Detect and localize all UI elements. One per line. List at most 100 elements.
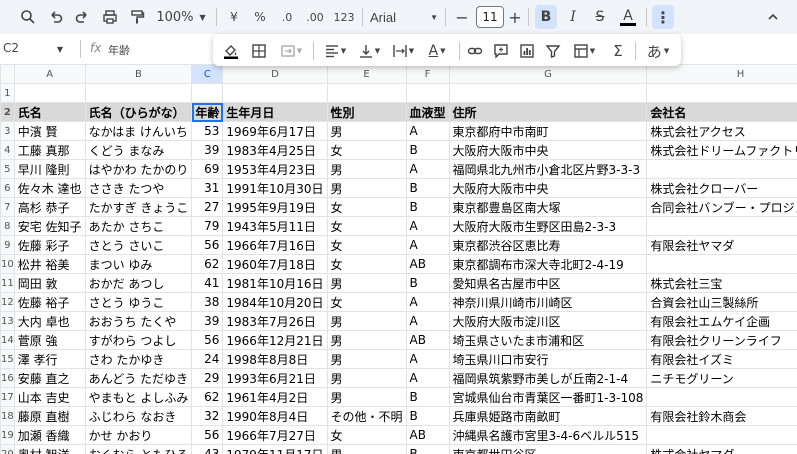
cell[interactable]: 東京都調布市深大寺北町2-4-19 (448, 254, 648, 274)
row-header[interactable]: 5 (0, 159, 15, 179)
cell[interactable]: 38 (191, 292, 224, 312)
cell[interactable]: 1998年8月8日 (222, 349, 328, 369)
name-box[interactable]: C2 ▼ (0, 41, 63, 55)
row-header[interactable]: 17 (0, 387, 15, 407)
cell[interactable]: 1966年12月21日 (222, 330, 328, 350)
cell[interactable]: 1966年7月27日 (222, 425, 328, 445)
cell[interactable]: その他・不明 (326, 406, 407, 426)
cell[interactable] (448, 83, 648, 103)
cell[interactable]: 愛知県名古屋市中区 (448, 273, 648, 293)
cell[interactable]: 1943年5月11日 (222, 216, 328, 236)
cell[interactable]: 女 (326, 254, 407, 274)
paint-format-icon[interactable] (126, 5, 148, 29)
cell[interactable]: 1969年6月17日 (222, 121, 328, 141)
cell[interactable]: 安宅 佐知子 (13, 216, 86, 236)
cell[interactable]: 氏名（ひらがな） (84, 102, 193, 122)
cell[interactable]: 大阪府大阪市中央 (448, 140, 648, 160)
cell[interactable]: 澤 孝行 (13, 349, 86, 369)
currency-button[interactable]: ¥ (226, 5, 242, 29)
cell[interactable]: 大阪府大阪市淀川区 (448, 311, 648, 331)
row-header[interactable]: 10 (0, 254, 15, 274)
column-header-f[interactable]: F (405, 64, 450, 84)
cell[interactable]: 山本 吉史 (13, 387, 86, 407)
cell[interactable]: 女 (326, 140, 407, 160)
cell[interactable]: A (405, 216, 450, 236)
row-header[interactable]: 20 (0, 444, 15, 454)
cell[interactable]: 56 (191, 425, 224, 445)
row-header[interactable]: 15 (0, 349, 15, 369)
cell[interactable]: 1960年7月18日 (222, 254, 328, 274)
cell[interactable]: A (405, 235, 450, 255)
cell[interactable]: B (405, 444, 450, 454)
cell[interactable]: 株式会社ドリームファクトリー (646, 140, 797, 160)
chart-icon[interactable] (517, 39, 537, 63)
cell[interactable]: 埼玉県川口市安行 (448, 349, 648, 369)
cell[interactable]: おおうち たくや (84, 311, 193, 331)
strikethrough-button[interactable]: S (590, 5, 610, 29)
cell[interactable]: 大内 卓也 (13, 311, 86, 331)
percent-button[interactable]: % (252, 5, 268, 29)
row-header[interactable]: 7 (0, 197, 15, 217)
cell[interactable] (646, 159, 797, 179)
cell[interactable]: 1961年4月2日 (222, 387, 328, 407)
cell[interactable]: 39 (191, 140, 224, 160)
cell[interactable]: AB (405, 425, 450, 445)
cell[interactable]: 62 (191, 254, 224, 274)
row-header[interactable]: 6 (0, 178, 15, 198)
cell[interactable]: 工藤 真那 (13, 140, 86, 160)
search-icon[interactable] (18, 5, 38, 29)
cell[interactable]: まつい ゆみ (84, 254, 193, 274)
cell[interactable]: 41 (191, 273, 224, 293)
cell[interactable]: 32 (191, 406, 224, 426)
merge-cells-icon[interactable]: ▼ (277, 39, 305, 63)
row-header[interactable]: 3 (0, 121, 15, 141)
text-rotation-icon[interactable]: A ▼ (423, 39, 451, 63)
cell[interactable]: 1983年7月26日 (222, 311, 328, 331)
row-header[interactable]: 2 (0, 102, 15, 122)
decrease-font-size-button[interactable]: − (454, 5, 470, 29)
cell[interactable]: くどう まなみ (84, 140, 193, 160)
cell[interactable]: 宮城県仙台市青葉区一番町1-3-108 (448, 387, 648, 407)
cell[interactable]: 1966年7月16日 (222, 235, 328, 255)
cell[interactable]: すがわら つよし (84, 330, 193, 350)
row-header[interactable]: 18 (0, 406, 15, 426)
cell[interactable]: 有限会社クリーンライフ (646, 330, 797, 350)
cell[interactable]: 東京都渋谷区恵比寿 (448, 235, 648, 255)
cell[interactable]: 有限会社エムケイ企画 (646, 311, 797, 331)
column-header-a[interactable]: A (13, 64, 86, 84)
cell[interactable]: A (405, 368, 450, 388)
cell[interactable]: さわ たかゆき (84, 349, 193, 369)
cell[interactable]: 男 (326, 368, 407, 388)
decrease-decimal-button[interactable]: .0 (277, 5, 297, 29)
cell[interactable]: 高杉 恭子 (13, 197, 86, 217)
cell[interactable]: 株式会社三宝 (646, 273, 797, 293)
cell[interactable]: 女 (326, 425, 407, 445)
cell[interactable]: A (405, 159, 450, 179)
cell[interactable]: A (405, 311, 450, 331)
row-header[interactable]: 12 (0, 292, 15, 312)
horizontal-align-icon[interactable]: ▼ (321, 39, 349, 63)
cell[interactable]: あたか さちこ (84, 216, 193, 236)
cell[interactable]: 男 (326, 330, 407, 350)
cell[interactable]: 神奈川県川崎市川崎区 (448, 292, 648, 312)
cell[interactable]: 1979年11月17日 (222, 444, 328, 454)
cell[interactable]: 生年月日 (222, 102, 328, 122)
cell[interactable]: あんどう ただゆき (84, 368, 193, 388)
cell[interactable]: 女 (326, 216, 407, 236)
cell[interactable]: 79 (191, 216, 224, 236)
cell[interactable]: 加瀬 香織 (13, 425, 86, 445)
print-icon[interactable] (99, 5, 121, 29)
row-header[interactable]: 4 (0, 140, 15, 160)
cell[interactable]: ニチモグリーン (646, 368, 797, 388)
cell[interactable]: B (405, 178, 450, 198)
cell[interactable]: 男 (326, 159, 407, 179)
more-options-icon[interactable]: ⋮ (652, 5, 674, 29)
font-select[interactable]: Arial ▼ (370, 5, 438, 29)
cell[interactable]: 女 (326, 235, 407, 255)
column-header-e[interactable]: E (326, 64, 407, 84)
cell[interactable]: A (405, 349, 450, 369)
cell[interactable]: 血液型 (405, 102, 450, 122)
cell[interactable] (13, 83, 86, 103)
select-all-corner[interactable] (0, 64, 15, 84)
cell[interactable]: B (405, 197, 450, 217)
